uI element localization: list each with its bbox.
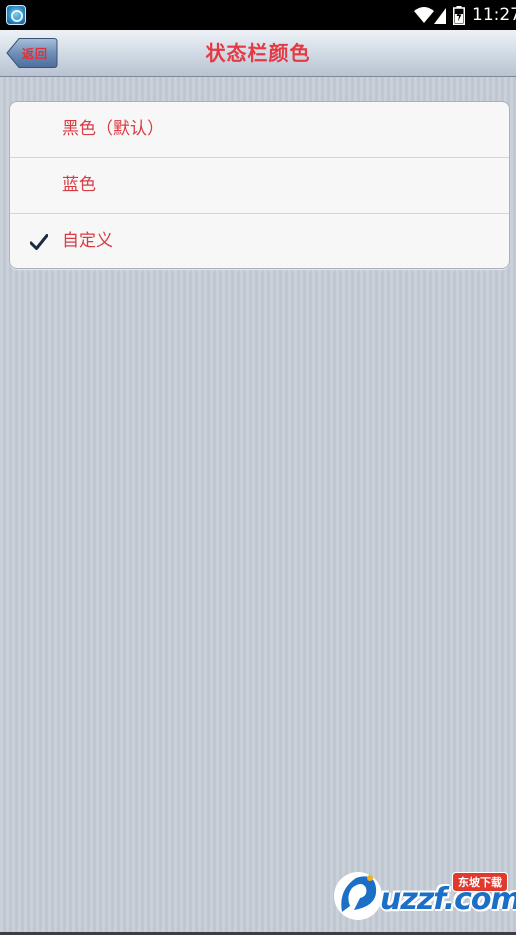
option-label: 蓝色 [62, 175, 96, 195]
app-icon [6, 5, 26, 25]
watermark-badge: 东坡下载 [452, 872, 508, 892]
option-black-default[interactable]: 黑色（默认） [10, 102, 509, 158]
battery-charging-icon [453, 6, 465, 25]
watermark-logo-icon [334, 872, 382, 920]
status-time: 11:27 [472, 5, 516, 25]
wifi-icon [414, 7, 434, 23]
status-bar-color-options: 黑色（默认） 蓝色 自定义 [9, 101, 510, 269]
back-button[interactable]: 返回 [6, 37, 58, 69]
option-blue[interactable]: 蓝色 [10, 158, 509, 214]
option-label: 黑色（默认） [62, 119, 164, 139]
page-title: 状态栏颜色 [205, 41, 311, 65]
signal-icon [434, 8, 446, 24]
checkmark-icon [30, 234, 48, 250]
status-bar: 11:27 [0, 0, 516, 30]
watermark: uzzf.com 东坡下载 [330, 868, 516, 924]
back-label: 返回 [22, 47, 49, 61]
option-label: 自定义 [62, 231, 113, 251]
option-custom[interactable]: 自定义 [10, 214, 509, 268]
nav-bar: 状态栏颜色 返回 [0, 30, 516, 77]
